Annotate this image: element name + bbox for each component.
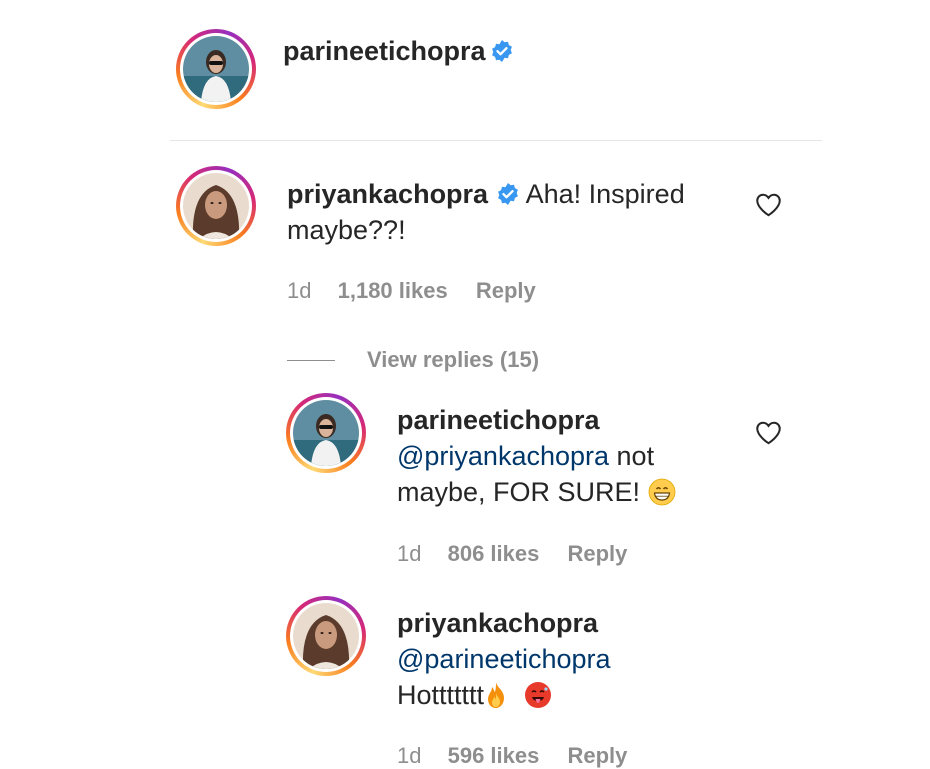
mention-link[interactable]: @priyankachopra <box>397 441 609 471</box>
heart-outline-icon[interactable] <box>755 420 782 445</box>
avatar-photo <box>183 36 249 102</box>
comment-text: Aha! Inspired <box>525 179 685 209</box>
comment-text-continued: maybe??! <box>287 215 406 245</box>
reply-meta: 1d 806 likes Reply <box>397 541 627 567</box>
fire-icon <box>488 682 505 708</box>
reply-button[interactable]: Reply <box>567 541 627 566</box>
view-replies-button[interactable]: View replies (15) <box>367 347 539 373</box>
divider <box>170 140 822 141</box>
verified-badge-icon <box>492 40 512 62</box>
avatar-photo <box>183 173 249 239</box>
reply-text-continued: maybe, FOR SURE! <box>397 477 648 507</box>
comment-likes[interactable]: 1,180 likes <box>338 278 448 303</box>
comment-username[interactable]: priyankachopra <box>287 179 488 209</box>
heart-outline-icon[interactable] <box>755 192 782 217</box>
comment-avatar[interactable] <box>176 166 256 246</box>
reply-button[interactable]: Reply <box>567 743 627 768</box>
reply-username[interactable]: parineetichopra <box>397 405 600 435</box>
verified-badge-icon <box>497 183 518 205</box>
hot-face-icon <box>524 682 551 708</box>
mention-link[interactable]: @parineetichopra <box>397 644 611 674</box>
post-author-username[interactable]: parineetichopra <box>283 36 486 66</box>
reply-button[interactable]: Reply <box>476 278 536 303</box>
reply-username[interactable]: priyankachopra <box>397 608 598 638</box>
comment-meta: 1d 1,180 likes Reply <box>287 278 536 304</box>
reply-meta: 1d 596 likes Reply <box>397 743 627 769</box>
reply-text: not <box>609 441 655 471</box>
reply-avatar[interactable] <box>286 393 366 473</box>
reply-avatar[interactable] <box>286 596 366 676</box>
reply-likes[interactable]: 596 likes <box>448 743 540 768</box>
grinning-face-icon <box>648 478 675 506</box>
reply-likes[interactable]: 806 likes <box>448 541 540 566</box>
view-replies-line <box>287 360 335 361</box>
avatar-photo <box>293 400 359 466</box>
reply-time: 1d <box>397 541 422 566</box>
reply-time: 1d <box>397 743 422 768</box>
post-author-avatar[interactable] <box>176 29 256 109</box>
comment-time: 1d <box>287 278 312 303</box>
reply-text: Hottttttt <box>397 680 485 710</box>
avatar-photo <box>293 603 359 669</box>
